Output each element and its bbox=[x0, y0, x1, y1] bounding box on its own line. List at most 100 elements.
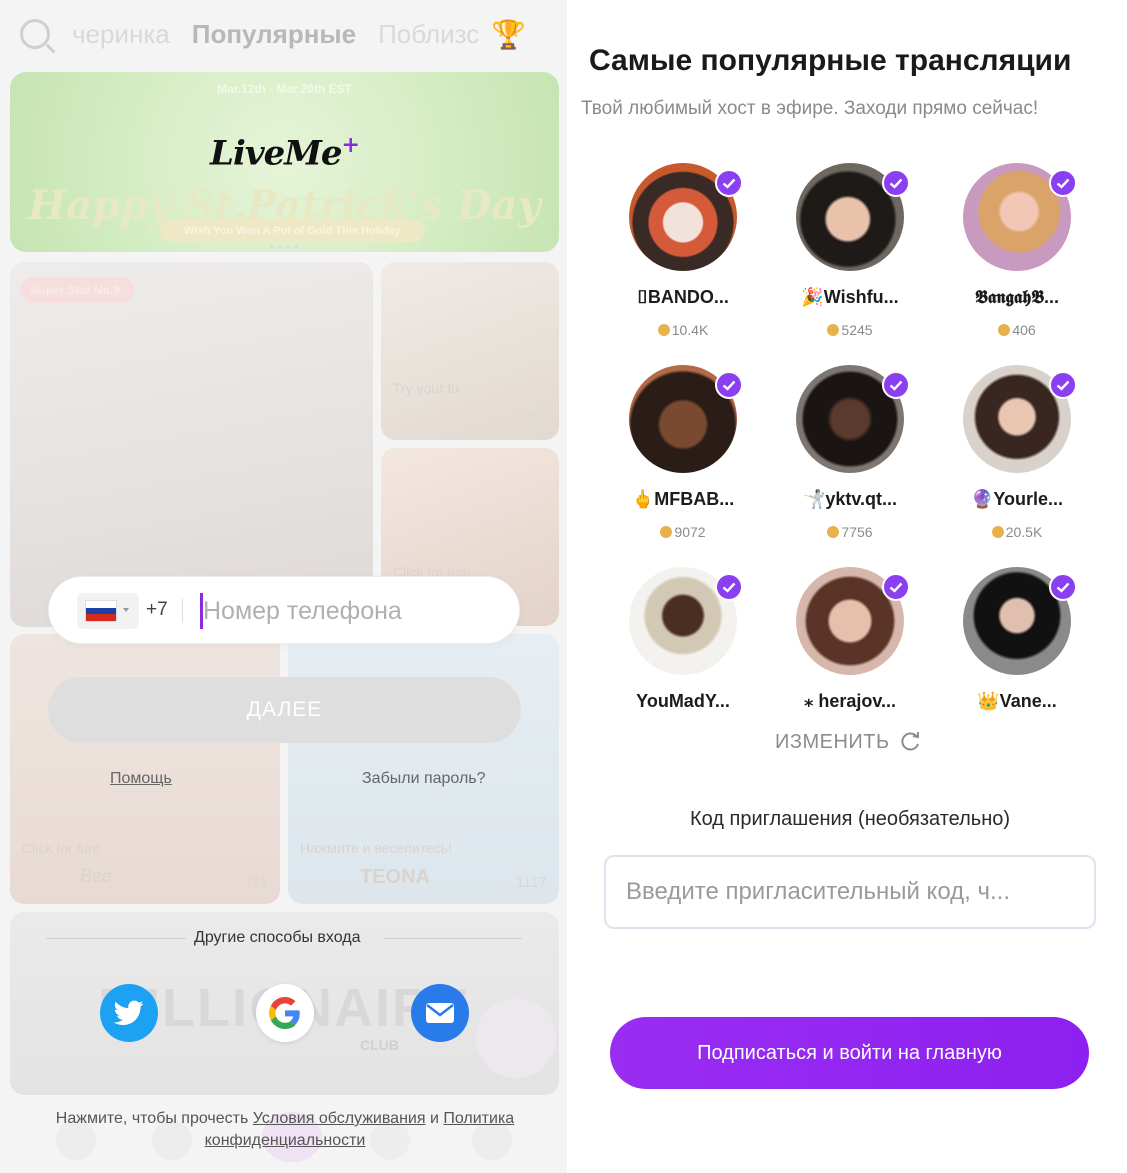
host-name: ⌷BANDO... bbox=[637, 287, 729, 307]
host-name: 👑Vane... bbox=[977, 691, 1057, 711]
selected-check-icon[interactable] bbox=[715, 573, 743, 601]
liveme-logo: LiveMe+ bbox=[10, 132, 559, 173]
phone-input-group: +7 bbox=[48, 576, 520, 644]
super-star-badge: Super Star No.9 bbox=[20, 277, 135, 303]
logo-plus: + bbox=[341, 132, 360, 158]
host-name: 🎉Wishfu... bbox=[801, 287, 899, 307]
viewer-count: 303 bbox=[521, 596, 547, 613]
stream-tile-featured[interactable]: Super Star No.9 bbox=[10, 262, 373, 627]
streamer-name: TEONA bbox=[360, 866, 430, 888]
stream-tile[interactable]: Click for fun! Bee 711 bbox=[10, 634, 280, 904]
host-card[interactable]: 🖕MFBAB... 9072 bbox=[613, 365, 753, 540]
user-icon bbox=[827, 324, 840, 336]
refresh-icon bbox=[901, 732, 919, 751]
user-icon bbox=[991, 526, 1004, 538]
google-icon bbox=[269, 997, 300, 1029]
host-name: YouMadY... bbox=[636, 691, 730, 711]
user-icon bbox=[657, 324, 670, 336]
page-title: Самые популярные трансляции bbox=[589, 44, 1072, 77]
host-card[interactable]: 🔮Yourle... 20.5K bbox=[947, 365, 1087, 540]
change-label: ИЗМЕНИТЬ bbox=[775, 731, 890, 753]
invite-code-input[interactable] bbox=[604, 855, 1096, 929]
help-link[interactable]: Помощь bbox=[110, 770, 172, 788]
viewer-count: 20.5K bbox=[1005, 524, 1043, 540]
gift-icon[interactable] bbox=[476, 998, 556, 1078]
host-card[interactable]: 𝕭𝖆𝖓𝖌𝖆𝖍𝕭... 406 bbox=[947, 163, 1087, 338]
avatar-wrap bbox=[796, 163, 910, 271]
page-subtitle: Твой любимый хост в эфире. Заходи прямо … bbox=[581, 98, 1039, 119]
host-card[interactable]: 🎉Wishfu... 5245 bbox=[780, 163, 920, 338]
privacy-policy-link-cont[interactable]: конфиденциальности bbox=[205, 1132, 366, 1149]
trophy-icon[interactable]: 🏆 bbox=[491, 18, 526, 51]
logo-text: LiveMe bbox=[210, 133, 342, 174]
selected-check-icon[interactable] bbox=[882, 169, 910, 197]
email-icon bbox=[426, 1003, 454, 1023]
host-card[interactable]: YouMadY... bbox=[613, 567, 753, 726]
host-name: ⁎ herajov... bbox=[803, 691, 897, 711]
login-panel: черинка Популярные Поблизс 🏆 Mar.12th - … bbox=[0, 0, 567, 1173]
other-login-methods-label: Другие способы входа bbox=[194, 929, 361, 946]
host-name: 𝕭𝖆𝖓𝖌𝖆𝖍𝕭... bbox=[974, 287, 1060, 307]
privacy-policy-link[interactable]: Политика bbox=[443, 1110, 514, 1127]
selected-check-icon[interactable] bbox=[1049, 371, 1077, 399]
tab-recommended[interactable]: черинка bbox=[72, 19, 170, 50]
viewer-count: 1117 bbox=[515, 874, 547, 891]
viewer-count: 711 bbox=[244, 874, 268, 891]
host-viewers: 9072 bbox=[613, 524, 753, 540]
divider bbox=[182, 599, 183, 623]
host-name: 🔮Yourle... bbox=[970, 489, 1064, 509]
selected-check-icon[interactable] bbox=[1049, 573, 1077, 601]
user-icon bbox=[998, 324, 1011, 336]
terms-of-service-link[interactable]: Условия обслуживания bbox=[253, 1110, 426, 1127]
banner-pager-dots bbox=[270, 245, 298, 249]
dropdown-caret-icon bbox=[123, 608, 129, 612]
viewer-count: 10.4K bbox=[671, 322, 709, 338]
google-login-button[interactable] bbox=[256, 984, 314, 1042]
host-card[interactable]: 👑Vane... bbox=[947, 567, 1087, 726]
host-card[interactable]: ⌷BANDO... 10.4K bbox=[613, 163, 753, 338]
viewer-count: 863 bbox=[521, 408, 547, 425]
terms-prefix: Нажмите, чтобы прочесть bbox=[55, 1110, 249, 1127]
selected-check-icon[interactable] bbox=[1049, 169, 1077, 197]
event-banner[interactable]: Mar.12th - Mar.20th EST Happy St.Patrick… bbox=[10, 72, 559, 252]
stream-tile[interactable]: Нажмите и веселитесь! TEONA 1117 bbox=[288, 634, 559, 904]
host-name: 🤺yktv.qt... bbox=[802, 489, 898, 509]
selected-check-icon[interactable] bbox=[715, 371, 743, 399]
forgot-password-link[interactable]: Забыли пароль? bbox=[362, 770, 486, 788]
avatar-wrap bbox=[963, 567, 1077, 675]
host-viewers: 10.4K bbox=[613, 322, 753, 338]
club-text: CLUB bbox=[360, 1037, 399, 1053]
selected-check-icon[interactable] bbox=[882, 371, 910, 399]
banner-ribbon: Wish You Won A Pot of Gold This Holiday bbox=[160, 220, 425, 242]
twitter-login-button[interactable] bbox=[100, 984, 158, 1042]
terms-and: и bbox=[429, 1110, 439, 1127]
divider-line-left bbox=[46, 938, 186, 939]
search-icon[interactable] bbox=[20, 19, 50, 49]
selected-check-icon[interactable] bbox=[715, 169, 743, 197]
avatar-wrap bbox=[963, 163, 1077, 271]
stream-caption: Нажмите и веселитесь! bbox=[300, 840, 452, 856]
host-card[interactable]: 🤺yktv.qt... 7756 bbox=[780, 365, 920, 540]
subscribe-and-enter-button[interactable]: Подписаться и войти на главную bbox=[610, 1017, 1089, 1089]
country-selector[interactable] bbox=[77, 593, 139, 629]
avatar-wrap bbox=[629, 567, 743, 675]
tab-popular[interactable]: Популярные bbox=[192, 19, 356, 50]
popular-hosts-panel: Самые популярные трансляции Твой любимый… bbox=[567, 0, 1127, 1173]
change-hosts-button[interactable]: ИЗМЕНИТЬ bbox=[775, 731, 922, 754]
next-button[interactable]: ДАЛЕЕ bbox=[48, 677, 521, 743]
selected-check-icon[interactable] bbox=[882, 573, 910, 601]
dial-code: +7 bbox=[146, 599, 168, 620]
email-login-button[interactable] bbox=[411, 984, 469, 1042]
tab-nearby[interactable]: Поблизс bbox=[378, 19, 479, 50]
streamer-name: Bee bbox=[80, 866, 113, 886]
russia-flag-icon bbox=[85, 600, 117, 622]
phone-number-input[interactable] bbox=[203, 591, 503, 631]
avatar-wrap bbox=[796, 365, 910, 473]
viewer-count: 7756 bbox=[841, 524, 873, 540]
invite-code-label: Код приглашения (необязательно) bbox=[689, 808, 1011, 830]
host-viewers: 7756 bbox=[780, 524, 920, 540]
host-card[interactable]: ⁎ herajov... bbox=[780, 567, 920, 726]
avatar-wrap bbox=[629, 365, 743, 473]
stream-tile[interactable]: Try your lu... 863 bbox=[381, 262, 559, 440]
host-viewers: 5245 bbox=[780, 322, 920, 338]
